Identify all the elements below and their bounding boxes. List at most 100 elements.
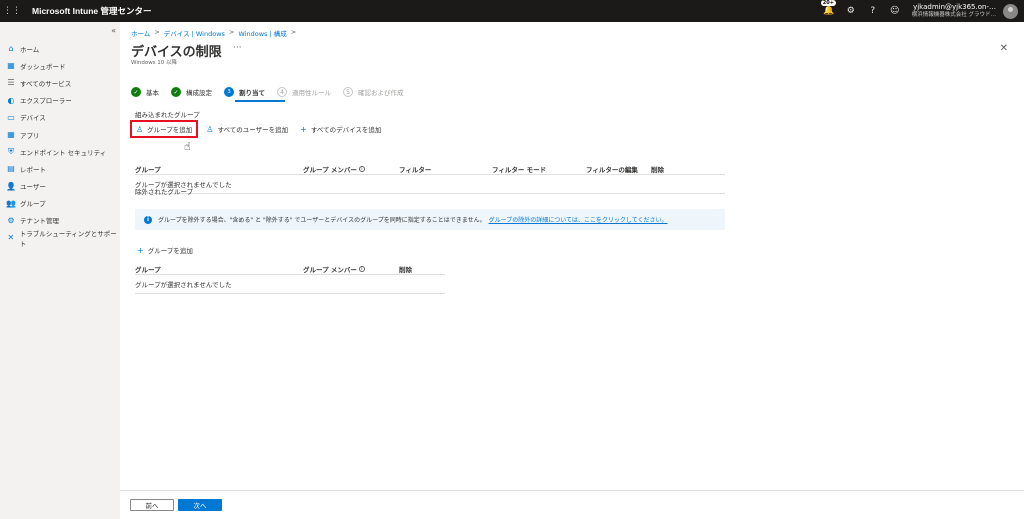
excluded-groups-label: 除外されたグループ [135, 188, 194, 196]
sidebar-item-label: デバイス [20, 114, 46, 123]
sidebar-item-label: ダッシュボード [20, 62, 66, 71]
info-icon[interactable]: i [358, 166, 365, 172]
avatar[interactable] [1003, 4, 1018, 19]
settings-icon[interactable]: ⚙ [840, 6, 862, 16]
included-groups-table: グループ グループ メンバー i フィルター フィルター モード フィルターの編集… [135, 164, 725, 194]
notification-badge: 20+ [820, 0, 836, 6]
sidebar-item-label: アプリ [20, 131, 40, 140]
table-header: グループ グループ メンバー i 削除 [135, 264, 445, 275]
wizard-step: 5 確認および作成 [343, 87, 404, 97]
excluded-add-group-button[interactable]: + グループを追加 [137, 245, 193, 256]
sidebar-item-label: ホーム [20, 45, 40, 54]
collapse-sidebar-icon[interactable]: « [111, 26, 116, 35]
sidebar-item-label: テナント管理 [20, 217, 59, 226]
add-all-users-button[interactable]: ♙ すべてのユーザーを追加 [202, 121, 292, 137]
breadcrumb-item[interactable]: デバイス | Windows [164, 28, 225, 38]
sidebar-item[interactable]: ▦ ダッシュボード [0, 57, 120, 74]
wizard-steps: ✓ 基本 ✓ 構成設定 3 割り当て 4 適用性ルール 5 確認および作成 [131, 86, 416, 102]
sidebar-item[interactable]: ✕ トラブルシューティングとサポート [0, 229, 120, 248]
checkmark-icon: ✓ [131, 87, 141, 97]
step-number: 3 [224, 87, 234, 97]
endpoint-security-icon: ⛨ [8, 146, 14, 156]
sidebar-nav: ⌂ ホーム ▦ ダッシュボード ☰ すべてのサービス ◐ エクスプローラー ▭ デバイス ▦ アプリ ⛨… [0, 40, 120, 248]
feedback-icon[interactable]: ☺ [884, 6, 906, 16]
wizard-step-label: 割り当て [239, 89, 265, 97]
page-subtitle: Windows 10 以降 [131, 60, 178, 66]
groups-icon: 👥 [6, 198, 16, 208]
column-header-members-label: グループ メンバー [303, 166, 357, 174]
reports-icon: ▤ [7, 164, 15, 174]
wizard-step-label: 適用性ルール [292, 89, 331, 97]
sidebar-item-label: エンドポイント セキュリティ [20, 148, 107, 157]
chevron-right-icon: > [154, 28, 160, 36]
apps-icon: ▦ [7, 130, 15, 140]
wizard-step-label: 構成設定 [186, 89, 212, 97]
included-groups-label: 組み込まれたグループ [135, 111, 200, 119]
excluded-groups-table: グループ グループ メンバー i 削除 グループが選択されませんでした [135, 264, 445, 294]
column-header-filter-mode: フィルター モード [492, 166, 547, 174]
add-all-devices-button[interactable]: + すべてのデバイスを追加 [296, 121, 385, 137]
sidebar-item[interactable]: ▭ デバイス [0, 109, 120, 126]
more-options-icon[interactable]: ··· [233, 43, 242, 53]
info-text: グループを除外する場合、"含める" と "除外する" でユーザーとデバイスのグル… [158, 217, 486, 224]
add-group-label: グループを追加 [147, 126, 193, 134]
sidebar-item-label: トラブルシューティングとサポート [19, 229, 117, 248]
add-group-button[interactable]: ♙ グループを追加 [130, 120, 199, 138]
column-header-edit-filter: フィルターの編集 [586, 166, 638, 174]
column-header-members: グループ メンバー i [303, 164, 399, 174]
wizard-step[interactable]: 3 割り当て [224, 87, 265, 97]
account-org: 横浜情報機器株式会社 グラウド… [911, 12, 996, 18]
breadcrumb-item[interactable]: Windows | 構成 [238, 28, 286, 38]
sidebar-item[interactable]: ▦ アプリ [0, 126, 120, 143]
close-icon[interactable]: ✕ [1000, 43, 1008, 54]
breadcrumb-item[interactable]: ホーム [131, 28, 150, 38]
wizard-step: 4 適用性ルール [277, 87, 331, 97]
main-content: ホーム > デバイス | Windows > Windows | 構成 > デバイスの制限… [120, 22, 1024, 519]
empty-message: グループが選択されませんでした [135, 281, 232, 289]
next-button[interactable]: 次へ [178, 499, 222, 511]
sidebar-item[interactable]: ☰ すべてのサービス [0, 74, 120, 91]
add-all-users-label: すべてのユーザーを追加 [217, 126, 289, 134]
sidebar-item[interactable]: ⌂ ホーム [0, 40, 120, 57]
exclude-info-bar: i グループを除外する場合、"含める" と "除外する" でユーザーとデバイスの… [135, 209, 725, 230]
current-step-indicator [235, 100, 285, 102]
add-all-users-icon: ♙ [206, 124, 214, 134]
previous-button[interactable]: 前へ [130, 499, 174, 511]
wizard-step-label: 確認および作成 [358, 89, 404, 97]
chevron-right-icon: > [290, 28, 297, 36]
account-email: yjkadmin@yjk365.on-… [913, 3, 996, 11]
notifications-icon[interactable]: 🔔 20+ [818, 0, 840, 16]
sidebar-item[interactable]: 👥 グループ [0, 195, 120, 212]
sidebar-item-label: すべてのサービス [20, 79, 72, 88]
app-title[interactable]: Microsoft Intune 管理センター [32, 5, 151, 17]
info-icon[interactable]: i [358, 266, 365, 272]
footer: 前へ 次へ [120, 490, 1024, 519]
wizard-step[interactable]: ✓ 基本 [131, 87, 159, 97]
exclude-details-link[interactable]: グループの除外の詳細については、ここをクリックしてください。 [489, 215, 668, 224]
sidebar-item-label: レポート [20, 165, 46, 174]
breadcrumb: ホーム > デバイス | Windows > Windows | 構成 > [131, 28, 296, 38]
info-icon: i [144, 215, 152, 224]
sidebar-item[interactable]: ◐ エクスプローラー [0, 92, 120, 109]
wizard-step[interactable]: ✓ 構成設定 [171, 87, 212, 97]
sidebar-item[interactable]: ▤ レポート [0, 160, 120, 177]
sidebar: « ⌂ ホーム ▦ ダッシュボード ☰ すべてのサービス ◐ エクスプローラー ▭ デバイス ▦ アプ… [0, 22, 120, 519]
excluded-add-group-label: グループを追加 [147, 247, 193, 255]
sidebar-item-label: グループ [20, 200, 46, 209]
column-header-group: グループ [135, 266, 161, 274]
add-all-devices-label: すべてのデバイスを追加 [310, 126, 382, 134]
sidebar-item-label: ユーザー [20, 183, 46, 192]
step-number: 4 [277, 87, 287, 97]
column-header-remove: 削除 [651, 166, 664, 174]
sidebar-item[interactable]: 👤 ユーザー [0, 178, 120, 195]
column-header-group: グループ [135, 166, 161, 174]
all-services-icon: ☰ [7, 78, 15, 88]
column-header-members-label: グループ メンバー [303, 266, 357, 274]
sidebar-item[interactable]: ⛨ エンドポイント セキュリティ [0, 143, 120, 160]
add-group-icon: ♙ [136, 124, 144, 134]
account-info[interactable]: yjkadmin@yjk365.on-… 横浜情報機器株式会社 グラウド… [912, 3, 996, 19]
app-launcher-icon[interactable]: ⋮⋮ [0, 6, 24, 16]
sidebar-item[interactable]: ⚙ テナント管理 [0, 212, 120, 229]
help-icon[interactable]: ? [862, 6, 884, 16]
users-icon: 👤 [6, 181, 16, 191]
